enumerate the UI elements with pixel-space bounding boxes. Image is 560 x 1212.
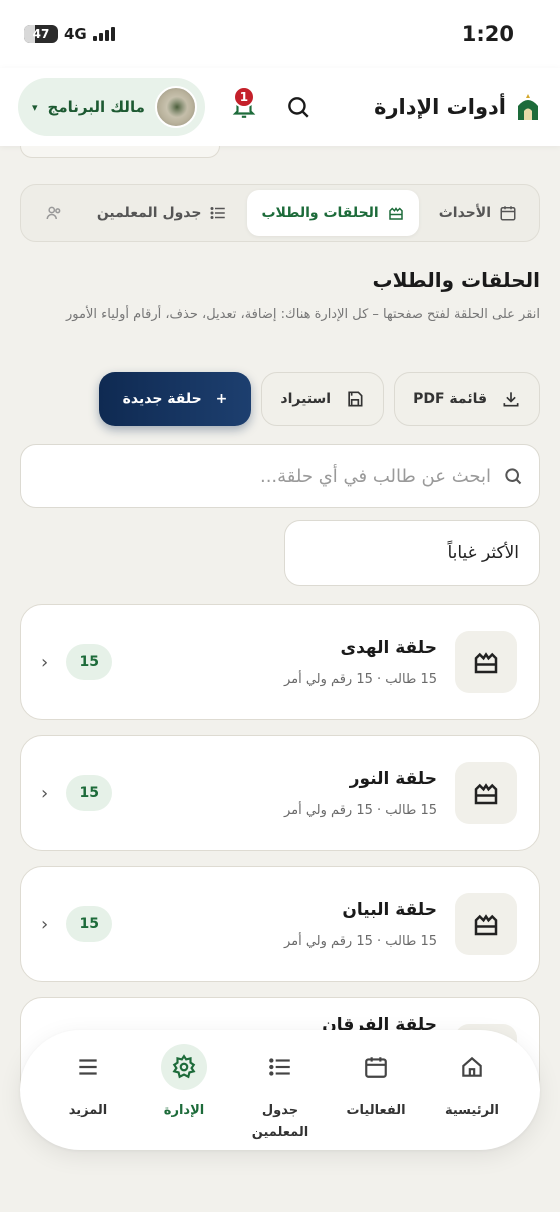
app-title: أدوات الإدارة	[374, 95, 506, 119]
action-bar: قائمة PDF استيراد + حلقة جديدة	[98, 372, 540, 426]
button-label: قائمة PDF	[413, 391, 487, 407]
app-header: أدوات الإدارة 1 مالك البرنامج ▾	[0, 68, 560, 146]
nav-label: الإدارة	[163, 1103, 205, 1118]
notifications-button[interactable]: 1	[229, 86, 259, 122]
list-icon	[210, 207, 226, 219]
page-description: انقر على الحلقة لفتح صفحتها – كل الإدارة…	[66, 307, 540, 322]
nav-label: جدول المعلمين	[251, 1103, 309, 1140]
owner-switcher[interactable]: مالك البرنامج ▾	[18, 78, 205, 136]
nav-events[interactable]: الفعاليات	[330, 1044, 422, 1122]
card-body: حلقة البيان 15 طالب · 15 رقم ولي أمر	[112, 900, 455, 949]
list-icon	[257, 1044, 303, 1090]
chevron-down-icon: ▾	[32, 100, 38, 114]
count-badge: 15	[66, 906, 113, 942]
owner-label: مالك البرنامج	[47, 98, 145, 116]
search-icon	[288, 97, 309, 118]
tab-teachers-schedule[interactable]: جدول المعلمين	[83, 190, 242, 236]
status-time: 1:20	[461, 22, 514, 46]
bottom-nav: الرئيسية الفعاليات جدول المعلمين الإدارة…	[20, 1030, 540, 1150]
import-button[interactable]: استيراد	[261, 372, 385, 426]
circle-meta: 15 طالب · 15 رقم ولي أمر	[283, 802, 437, 818]
gear-icon	[161, 1044, 207, 1090]
save-icon	[348, 391, 363, 407]
status-indicators: 47 4G	[24, 25, 115, 43]
circle-card[interactable]: حلقة البيان 15 طالب · 15 رقم ولي أمر 15 …	[20, 866, 540, 982]
network-label: 4G	[64, 25, 87, 43]
castle-icon	[388, 207, 403, 220]
search-icon	[505, 468, 522, 485]
pdf-list-button[interactable]: قائمة PDF	[394, 372, 540, 426]
tab-label: جدول المعلمين	[96, 205, 202, 221]
sort-select[interactable]: الأكثر غياباً	[284, 520, 540, 586]
nav-home[interactable]: الرئيسية	[426, 1044, 518, 1122]
chevron-left-icon: ‹	[41, 651, 49, 673]
tab-label: الحلقات والطلاب	[261, 205, 379, 221]
users-icon	[46, 206, 61, 220]
signal-icon	[92, 27, 115, 41]
castle-icon	[455, 762, 517, 824]
castle-icon	[455, 893, 517, 955]
circle-name: حلقة النور	[349, 768, 437, 789]
sort-label: الأكثر غياباً	[447, 543, 519, 563]
calendar-icon	[353, 1044, 399, 1090]
circle-card[interactable]: حلقة النور 15 طالب · 15 رقم ولي أمر 15 ‹	[20, 735, 540, 851]
chevron-left-icon: ‹	[41, 913, 49, 935]
brand[interactable]: أدوات الإدارة	[374, 92, 542, 122]
nav-label: الرئيسية	[444, 1103, 500, 1118]
circle-meta: 15 طالب · 15 رقم ولي أمر	[283, 933, 437, 949]
avatar	[154, 86, 197, 128]
tab-events[interactable]: الأحداث	[425, 190, 531, 236]
circle-meta: 15 طالب · 15 رقم ولي أمر	[283, 671, 437, 687]
new-circle-button[interactable]: + حلقة جديدة	[98, 372, 252, 426]
calendar-icon	[500, 206, 516, 221]
count-badge: 15	[66, 775, 113, 811]
mosque-logo-icon	[518, 94, 538, 120]
section-tabs: الأحداث الحلقات والطلاب جدول المعلمين	[20, 184, 540, 242]
nav-admin[interactable]: الإدارة	[138, 1044, 230, 1122]
plus-icon: +	[215, 391, 228, 407]
nav-label: الفعاليات	[346, 1103, 406, 1118]
battery-level: 47	[32, 27, 50, 41]
chevron-left-icon: ‹	[41, 782, 49, 804]
tab-label: الأحداث	[438, 205, 491, 221]
tab-users[interactable]	[31, 190, 77, 236]
circle-card[interactable]: حلقة الهدى 15 طالب · 15 رقم ولي أمر 15 ‹	[20, 604, 540, 720]
castle-icon	[455, 631, 517, 693]
card-body: حلقة الهدى 15 طالب · 15 رقم ولي أمر	[112, 638, 455, 687]
menu-icon	[65, 1044, 111, 1090]
nav-teachers-schedule[interactable]: جدول المعلمين	[234, 1044, 326, 1144]
page-title: الحلقات والطلاب	[372, 268, 540, 292]
tab-circles-students[interactable]: الحلقات والطلاب	[247, 190, 419, 236]
search-input[interactable]: ابحث عن طالب في أي حلقة...	[20, 444, 540, 508]
search-button[interactable]	[283, 92, 313, 122]
notification-badge: 1	[232, 86, 255, 108]
nav-more[interactable]: المزيد	[42, 1044, 134, 1122]
scrolled-card-edge	[20, 146, 220, 158]
button-label: حلقة جديدة	[122, 391, 202, 407]
search-placeholder: ابحث عن طالب في أي حلقة...	[259, 465, 491, 487]
circle-name: حلقة البيان	[342, 899, 437, 920]
button-label: استيراد	[280, 391, 332, 407]
download-icon	[503, 392, 519, 407]
status-bar: 47 4G 1:20	[0, 0, 560, 68]
count-badge: 15	[66, 644, 113, 680]
nav-label: المزيد	[68, 1103, 108, 1118]
battery-icon: 47	[24, 25, 58, 43]
card-body: حلقة النور 15 طالب · 15 رقم ولي أمر	[112, 769, 455, 818]
home-icon	[449, 1044, 495, 1090]
circle-name: حلقة الهدى	[340, 637, 438, 658]
